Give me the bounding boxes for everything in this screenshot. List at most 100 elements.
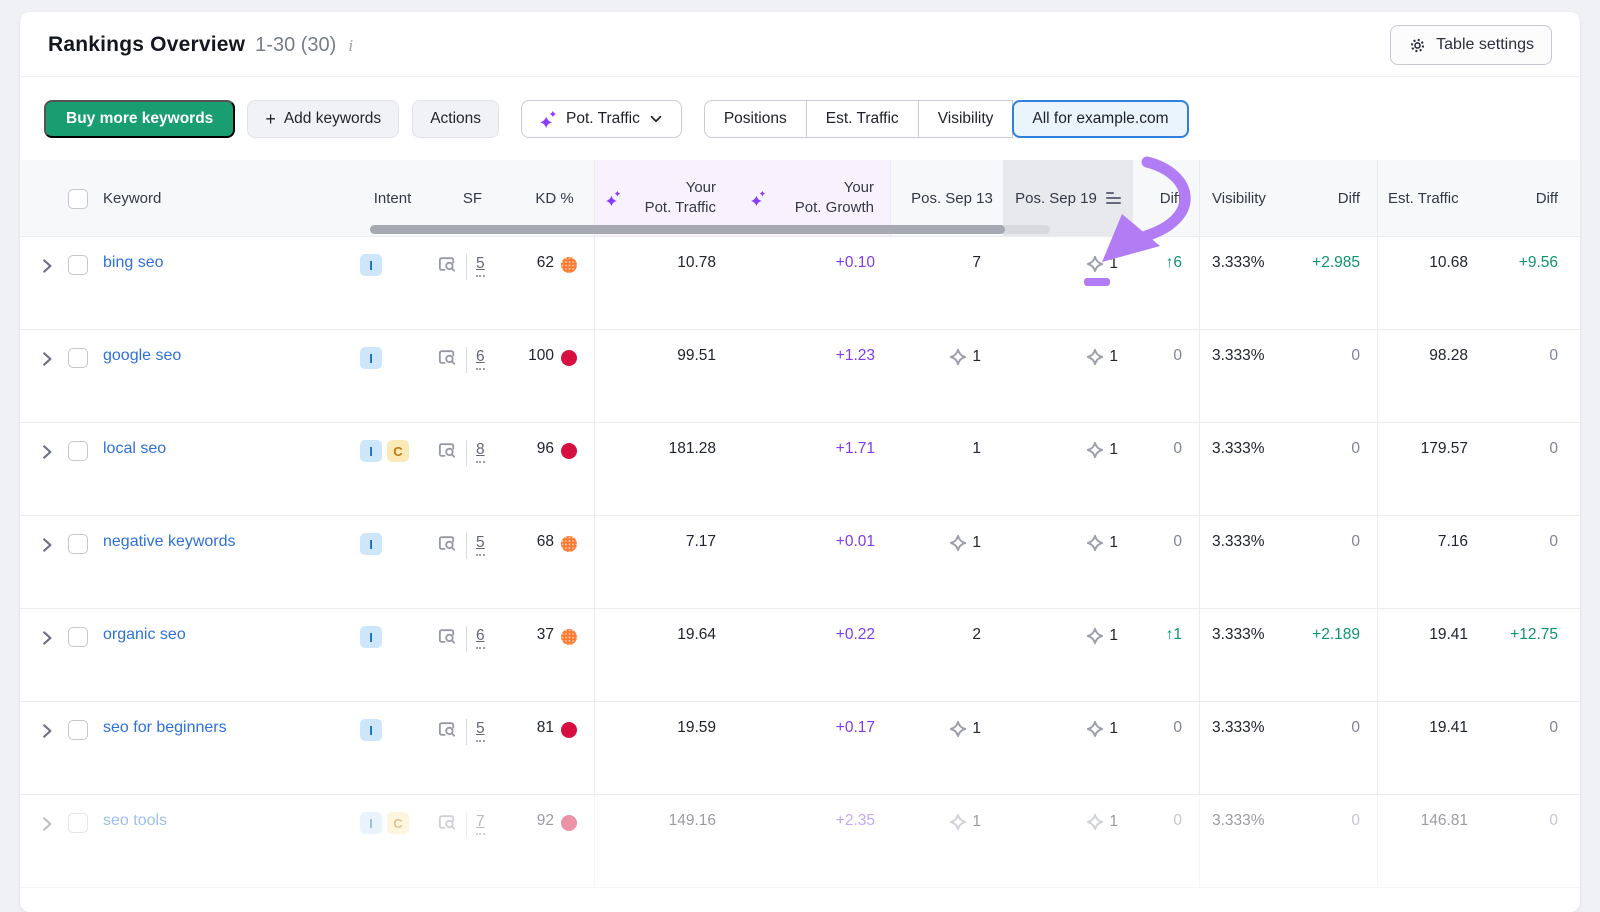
row-checkbox[interactable] <box>68 813 88 833</box>
table-settings-button[interactable]: Table settings <box>1390 25 1552 65</box>
pot-traffic-value: 99.51 <box>595 330 740 422</box>
select-all-checkbox[interactable] <box>68 189 88 209</box>
pot-traffic-value: 19.64 <box>595 609 740 701</box>
row-checkbox[interactable] <box>68 255 88 275</box>
pos-sep19-value: 1 <box>1109 813 1118 831</box>
intent-badge-c[interactable]: C <box>387 812 409 834</box>
keyword-link[interactable]: local seo <box>103 440 166 458</box>
tab-visibility[interactable]: Visibility <box>918 100 1014 138</box>
kd-value: 68 <box>537 533 554 551</box>
serp-features-icon[interactable] <box>437 347 458 368</box>
col-diff-visibility[interactable]: Diff <box>1305 160 1378 236</box>
col-keyword[interactable]: Keyword <box>96 160 355 236</box>
position-diff-value: 0 <box>1133 702 1200 794</box>
est-traffic-diff-value: 0 <box>1484 702 1580 794</box>
serp-features-icon[interactable] <box>437 812 458 833</box>
col-diff-position[interactable]: Diff <box>1133 160 1200 236</box>
sf-count[interactable]: 6 <box>476 347 485 370</box>
keyword-link[interactable]: seo tools <box>103 812 167 830</box>
serp-features-icon[interactable] <box>437 626 458 647</box>
keyword-link[interactable]: google seo <box>103 347 181 365</box>
intent-badges: I <box>355 237 430 329</box>
serp-feature-diamond-icon <box>1086 441 1104 459</box>
sf-count[interactable]: 5 <box>476 254 485 277</box>
serp-features-icon[interactable] <box>437 533 458 554</box>
col-est-traffic[interactable]: Est. Traffic <box>1378 160 1484 236</box>
expand-row-icon[interactable] <box>38 536 56 554</box>
table-row: organic seo I 6 37 19.64 +0.22 2 1 <box>20 609 1580 702</box>
keyword-link[interactable]: seo for beginners <box>103 719 227 737</box>
serp-feature-diamond-icon <box>949 813 967 831</box>
col-diff-est-traffic[interactable]: Diff <box>1484 160 1580 236</box>
pot-traffic-value: 19.59 <box>595 702 740 794</box>
row-checkbox[interactable] <box>68 348 88 368</box>
intent-badge-i[interactable]: I <box>360 626 382 648</box>
row-checkbox[interactable] <box>68 720 88 740</box>
serp-features-icon[interactable] <box>437 254 458 275</box>
keyword-link[interactable]: bing seo <box>103 254 164 272</box>
intent-badge-c[interactable]: C <box>387 440 409 462</box>
keyword-link[interactable]: negative keywords <box>103 533 236 551</box>
row-checkbox[interactable] <box>68 534 88 554</box>
table-row: local seo IC 8 96 181.28 +1.71 1 1 <box>20 423 1580 516</box>
intent-badge-i[interactable]: I <box>360 347 382 369</box>
pos-sep19-value: 1 <box>1109 441 1118 459</box>
pot-traffic-value: 7.17 <box>595 516 740 608</box>
pot-growth-value: +2.35 <box>740 795 891 887</box>
buy-more-keywords-button[interactable]: Buy more keywords <box>44 100 235 138</box>
intent-badge-i[interactable]: I <box>360 254 382 276</box>
divider <box>466 533 467 559</box>
est-traffic-diff-value: 0 <box>1484 330 1580 422</box>
expand-row-icon[interactable] <box>38 815 56 833</box>
view-switcher: Positions Est. Traffic Visibility All fo… <box>704 100 1189 138</box>
sf-count[interactable]: 8 <box>476 440 485 463</box>
expand-row-icon[interactable] <box>38 722 56 740</box>
row-checkbox[interactable] <box>68 441 88 461</box>
intent-badge-i[interactable]: I <box>360 440 382 462</box>
sort-icon <box>1106 192 1121 204</box>
table-body: bing seo I 5 62 10.78 +0.10 7 1 ↑6 <box>20 237 1580 888</box>
actions-button[interactable]: Actions <box>412 100 499 138</box>
metric-dropdown[interactable]: Pot. Traffic <box>521 100 682 138</box>
expand-row-icon[interactable] <box>38 443 56 461</box>
sf-count[interactable]: 7 <box>476 812 485 835</box>
add-keywords-button[interactable]: + Add keywords <box>247 100 399 138</box>
kd-value: 81 <box>537 719 554 737</box>
est-traffic-value: 10.68 <box>1378 237 1484 329</box>
col-visibility[interactable]: Visibility <box>1200 160 1305 236</box>
tab-positions[interactable]: Positions <box>704 100 807 138</box>
expand-row-icon[interactable] <box>38 629 56 647</box>
pos-sep13-value: 1 <box>972 720 981 738</box>
intent-badge-i[interactable]: I <box>360 533 382 555</box>
intent-badge-i[interactable]: I <box>360 812 382 834</box>
sf-count[interactable]: 5 <box>476 719 485 742</box>
pot-traffic-value: 149.16 <box>595 795 740 887</box>
row-checkbox[interactable] <box>68 627 88 647</box>
serp-features-icon[interactable] <box>437 719 458 740</box>
serp-feature-diamond-icon <box>949 720 967 738</box>
info-icon[interactable]: i <box>346 36 353 56</box>
pos-sep19-value: 1 <box>1109 348 1118 366</box>
divider <box>466 812 467 838</box>
table-row: google seo I 6 100 99.51 +1.23 1 1 <box>20 330 1580 423</box>
horizontal-scrollbar-thumb[interactable] <box>370 225 1005 234</box>
table-row: bing seo I 5 62 10.78 +0.10 7 1 ↑6 <box>20 237 1580 330</box>
serp-feature-diamond-icon <box>1086 720 1104 738</box>
pos-sep13-value: 1 <box>972 440 981 458</box>
serp-features-icon[interactable] <box>437 440 458 461</box>
visibility-diff-value: 0 <box>1305 330 1378 422</box>
est-traffic-value: 7.16 <box>1378 516 1484 608</box>
rankings-overview-card: Rankings Overview 1-30 (30) i Table sett… <box>20 12 1580 912</box>
intent-badge-i[interactable]: I <box>360 719 382 741</box>
sf-count[interactable]: 5 <box>476 533 485 556</box>
expand-row-icon[interactable] <box>38 257 56 275</box>
tab-est-traffic[interactable]: Est. Traffic <box>806 100 919 138</box>
kd-value: 92 <box>537 812 554 830</box>
annotation-highlight-underline <box>1084 278 1110 286</box>
keyword-link[interactable]: organic seo <box>103 626 186 644</box>
est-traffic-value: 19.41 <box>1378 609 1484 701</box>
tab-all-for-example[interactable]: All for example.com <box>1012 100 1188 138</box>
expand-row-icon[interactable] <box>38 350 56 368</box>
sf-count[interactable]: 6 <box>476 626 485 649</box>
divider <box>466 254 467 280</box>
